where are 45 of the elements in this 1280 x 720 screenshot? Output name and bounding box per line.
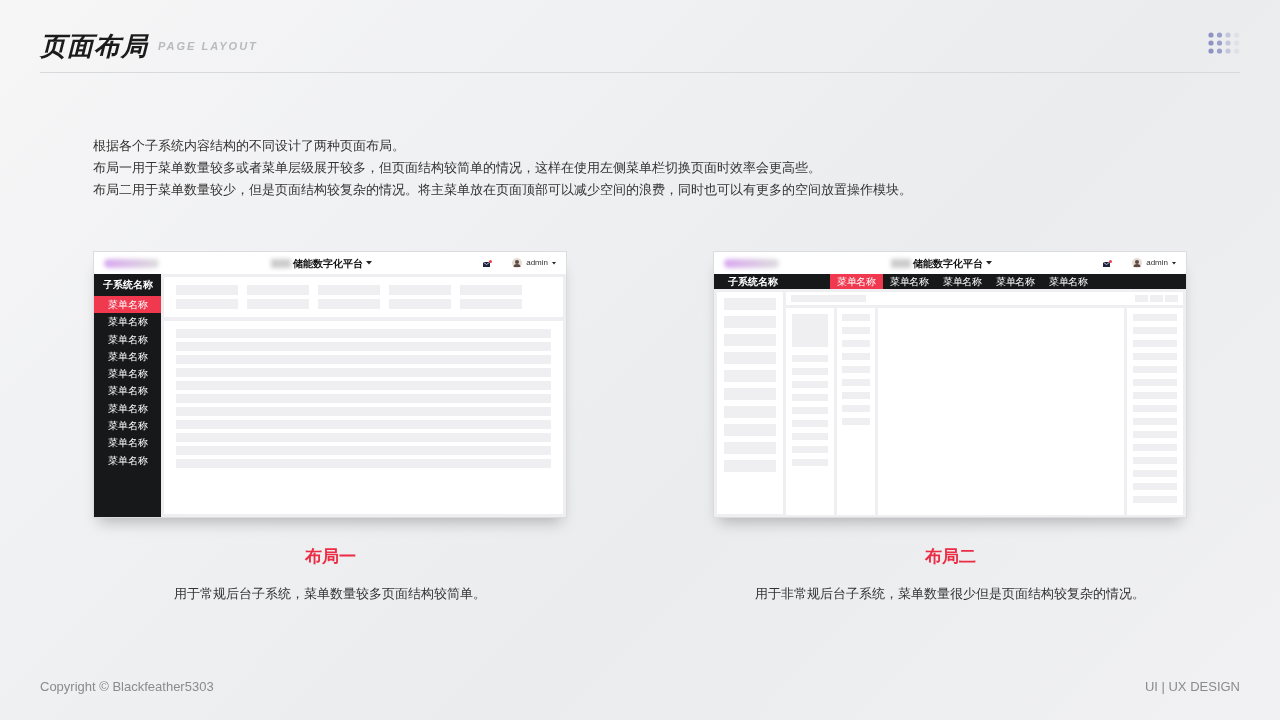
menu-item[interactable]: 菜单名称 <box>94 382 161 400</box>
mail-icon[interactable] <box>483 259 493 267</box>
layout-caption: 布局一 <box>304 546 356 568</box>
intro-paragraph: 根据各个子系统内容结构的不同设计了两种页面布局。 <box>93 137 406 155</box>
blurred-text <box>890 258 911 268</box>
caret-icon[interactable] <box>1172 261 1176 265</box>
page-subtitle: PAGE LAYOUT <box>158 39 258 54</box>
menu-item[interactable]: 菜单名称 <box>94 434 161 452</box>
menu-item[interactable]: 菜单名称 <box>94 451 161 469</box>
menu-item[interactable]: 菜单名称 <box>94 365 161 383</box>
menu-item[interactable]: 菜单名称 <box>1042 274 1095 289</box>
blurred-logo <box>724 258 779 268</box>
menu-item[interactable]: 菜单名称 <box>989 274 1042 289</box>
avatar-icon[interactable] <box>512 258 523 268</box>
caret-icon[interactable] <box>985 261 992 265</box>
menu-item[interactable]: 菜单名称 <box>94 330 161 348</box>
subsystem-title: 子系统名称 <box>727 275 779 289</box>
menu-item[interactable]: 菜单名称 <box>94 399 161 418</box>
dot-grid-icon <box>1208 32 1240 54</box>
menu-item[interactable]: 菜单名称 <box>883 274 936 289</box>
menu-item[interactable]: 菜单名称 <box>830 274 883 289</box>
intro-paragraph: 布局二用于菜单数量较少，但是页面结构较复杂的情况。将主菜单放在页面顶部可以减少空间的浪费，同时也可以有更多的空间放置操作模块。 <box>93 181 913 199</box>
copyright-text: Copyright © Blackfeather5303 <box>40 678 214 696</box>
username[interactable]: admin <box>526 258 548 268</box>
platform-title[interactable]: 储能数字化平台 <box>912 255 983 271</box>
page-title: 页面布局 <box>40 30 148 63</box>
platform-title[interactable]: 储能数字化平台 <box>292 255 363 271</box>
menu-item[interactable]: 菜单名称 <box>94 296 161 314</box>
menu-item[interactable]: 菜单名称 <box>936 274 989 289</box>
menu-item[interactable]: 菜单名称 <box>94 347 161 366</box>
menu-item[interactable]: 菜单名称 <box>94 313 161 331</box>
mail-icon[interactable] <box>1103 259 1113 267</box>
caret-icon[interactable] <box>365 261 372 265</box>
caret-icon[interactable] <box>552 261 556 265</box>
subsystem-title: 子系统名称 <box>101 278 154 292</box>
blurred-text <box>270 258 291 268</box>
avatar-icon[interactable] <box>1132 258 1143 268</box>
layout-caption: 布局二 <box>924 546 976 568</box>
username[interactable]: admin <box>1146 258 1168 268</box>
blurred-logo <box>104 258 159 268</box>
intro-paragraph: 布局一用于菜单数量较多或者菜单层级展开较多，但页面结构较简单的情况，这样在使用左侧菜单栏切换页面时效率会更高些。 <box>93 159 822 177</box>
layout-description: 用于常规后台子系统，菜单数量较多页面结构较简单。 <box>174 584 486 603</box>
menu-item[interactable]: 菜单名称 <box>94 417 161 435</box>
layout-description: 用于非常规后台子系统，菜单数量很少但是页面结构较复杂的情况。 <box>755 584 1145 603</box>
design-tag: UI | UX DESIGN <box>1144 677 1240 697</box>
